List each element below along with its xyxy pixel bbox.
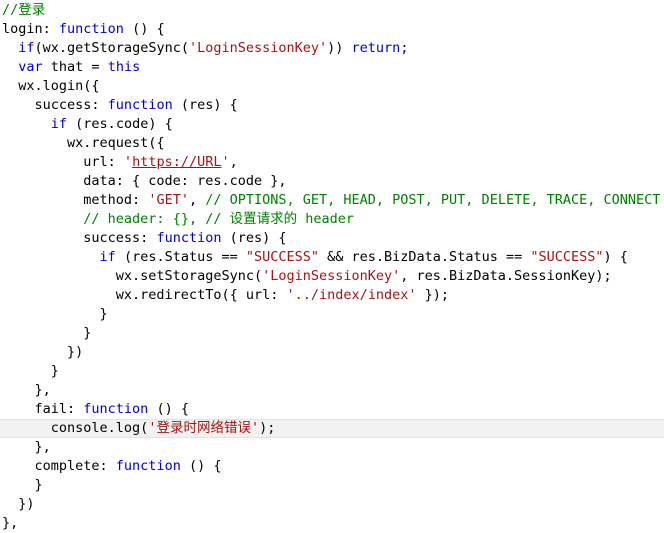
code-text-area[interactable]: //登录 login: function () { if(wx.getStorag… [0, 1, 664, 533]
code-token-plain: ) { [603, 249, 628, 265]
code-token-keyword: function [58, 21, 124, 37]
code-line-active[interactable]: console.log('登录时网络错误'); [0, 419, 664, 438]
code-line[interactable]: fail: function () { [0, 400, 664, 419]
code-token-comment: //登录 [2, 2, 46, 18]
code-token-plain: ; [400, 40, 409, 56]
code-token-plain: } [2, 306, 108, 322]
code-token-comment: // OPTIONS, GET, HEAD, POST, PUT, DELETE… [205, 192, 661, 208]
code-token-plain: }, [2, 439, 51, 455]
code-token-plain: method: [2, 192, 149, 208]
code-line[interactable]: }, [0, 514, 664, 533]
code-token-string: 'LoginSessionKey' [262, 268, 401, 284]
code-token-plain: success: [2, 97, 108, 113]
code-token-plain: , [229, 154, 238, 170]
code-token-keyword: function [115, 458, 181, 474]
code-line[interactable]: login: function () { [0, 20, 664, 39]
code-token-plain: console.log( [2, 420, 149, 436]
code-token-keyword: function [107, 97, 173, 113]
code-token-keyword: function [156, 230, 222, 246]
code-token-plain: }); [416, 287, 450, 303]
code-line[interactable]: } [0, 305, 664, 324]
code-token-plain: }) [2, 344, 84, 360]
code-line[interactable]: wx.login({ [0, 77, 664, 96]
code-token-plain: )) [327, 40, 352, 56]
code-token-plain: fail: [2, 401, 84, 417]
code-token-keyword: this [107, 59, 141, 75]
code-token-plain: } [2, 363, 59, 379]
code-token-plain: }) [2, 496, 35, 512]
code-token-plain: (res) { [172, 97, 238, 113]
code-token-plain: wx.redirectTo({ url: [2, 287, 287, 303]
code-line[interactable]: var that = this [0, 58, 664, 77]
code-token-string: "SUCCESS" [530, 249, 604, 265]
code-line[interactable]: success: function (res) { [0, 229, 664, 248]
code-token-keyword: if [18, 40, 35, 56]
code-token-plain: () { [148, 401, 189, 417]
code-line[interactable]: if (res.code) { [0, 115, 664, 134]
code-token-keyword: var [18, 59, 43, 75]
code-token-string: ' [221, 154, 230, 170]
code-token-plain: , res.BizData.SessionKey); [400, 268, 612, 284]
code-line[interactable]: //登录 [0, 1, 664, 20]
code-line[interactable]: complete: function () { [0, 457, 664, 476]
code-token-plain: url: [2, 154, 124, 170]
code-line[interactable]: wx.request({ [0, 134, 664, 153]
code-token-plain: }, [2, 515, 19, 531]
code-token-link[interactable]: https://URL [132, 154, 221, 170]
code-token-plain: (res.Status == [115, 249, 246, 265]
code-line[interactable]: if(wx.getStorageSync('LoginSessionKey'))… [0, 39, 664, 58]
code-token-plain: , [188, 192, 206, 208]
code-line[interactable]: if (res.Status == "SUCCESS" && res.BizDa… [0, 248, 664, 267]
code-token-plain: (wx.getStorageSync( [34, 40, 189, 56]
code-editor[interactable]: //登录 login: function () { if(wx.getStorag… [0, 0, 664, 531]
code-token-plain: () { [180, 458, 222, 474]
code-token-string: 'LoginSessionKey' [188, 40, 328, 56]
code-token-plain: that = [42, 59, 108, 75]
code-token-plain: wx.login({ [2, 78, 100, 94]
code-token-plain: wx.setStorageSync( [2, 268, 263, 284]
code-line[interactable]: }, [0, 438, 664, 457]
code-line[interactable]: // header: {}, // 设置请求的 header [0, 210, 664, 229]
code-token-keyword: function [83, 401, 149, 417]
code-token-keyword: if [50, 116, 68, 132]
code-token-plain: (res) { [221, 230, 287, 246]
code-token-plain: login: [2, 21, 59, 37]
code-token-string: '../index/index' [286, 287, 417, 303]
code-token-plain: ); [259, 420, 276, 436]
code-token-plain: }, [2, 382, 51, 398]
code-line[interactable]: }) [0, 495, 664, 514]
code-token-comment: // header: {}, // 设置请求的 header [83, 211, 354, 227]
code-token-plain: } [2, 477, 43, 493]
code-line[interactable]: wx.setStorageSync('LoginSessionKey', res… [0, 267, 664, 286]
code-token-plain: complete: [2, 458, 116, 474]
code-token-string: '登录时网络错误' [148, 420, 260, 436]
code-token-plain: (res.code) { [67, 116, 173, 132]
code-token-plain: success: [2, 230, 157, 246]
code-line[interactable]: } [0, 324, 664, 343]
code-token-string: ' [123, 154, 133, 170]
code-line[interactable]: success: function (res) { [0, 96, 664, 115]
code-line[interactable]: } [0, 476, 664, 495]
code-line[interactable]: data: { code: res.code }, [0, 172, 664, 191]
code-line[interactable]: method: 'GET', // OPTIONS, GET, HEAD, PO… [0, 191, 664, 210]
code-line[interactable]: wx.redirectTo({ url: '../index/index' })… [0, 286, 664, 305]
code-line[interactable]: } [0, 362, 664, 381]
code-token-keyword: return [351, 40, 401, 56]
code-token-plain: data: { code: res.code }, [2, 173, 287, 189]
code-token-string: 'GET' [148, 192, 189, 208]
code-token-keyword: if [99, 249, 116, 265]
code-line[interactable]: url: 'https://URL', [0, 153, 664, 172]
code-line[interactable]: }, [0, 381, 664, 400]
code-token-plain: () { [123, 21, 165, 37]
code-line[interactable]: }) [0, 343, 664, 362]
code-token-plain: } [2, 325, 92, 341]
code-token-string: "SUCCESS" [245, 249, 320, 265]
code-token-plain: && res.BizData.Status == [319, 249, 531, 265]
code-token-plain: wx.request({ [2, 135, 165, 151]
